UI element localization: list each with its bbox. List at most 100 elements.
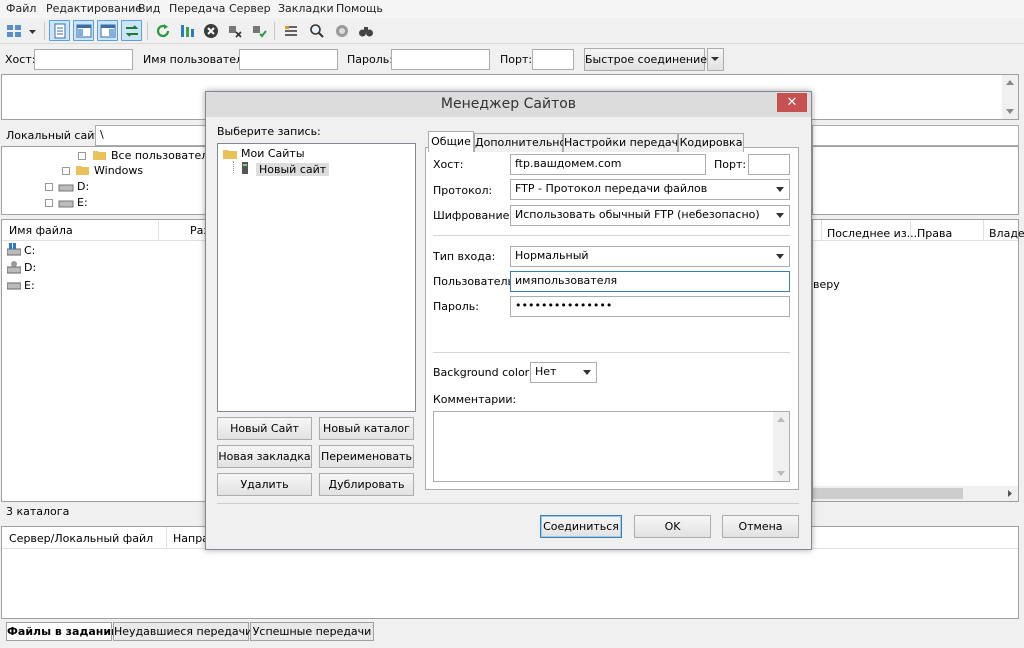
toggle-queue-icon[interactable] bbox=[121, 20, 142, 41]
site-manager-dialog: Менеджер Сайтов ✕ Выберите запись: Мои С… bbox=[205, 91, 812, 550]
tree-root-my-sites[interactable]: Мои Сайты bbox=[241, 147, 305, 160]
folder-icon bbox=[93, 149, 107, 164]
encryption-label: Шифрование: bbox=[433, 209, 514, 222]
port-input[interactable] bbox=[748, 154, 790, 175]
column-server-local-file[interactable]: Сервер/Локальный файл bbox=[9, 532, 153, 545]
local-tree: Все пользователи Windows D: E: bbox=[1, 146, 215, 215]
column-filename[interactable]: Имя файла bbox=[9, 224, 73, 237]
cancel-icon[interactable] bbox=[200, 20, 221, 41]
list-item[interactable]: E: bbox=[24, 279, 35, 292]
expand-icon[interactable] bbox=[45, 199, 53, 207]
quickconnect-bar: Хост: Имя пользователя Пароль: Порт: Быс… bbox=[0, 45, 1024, 73]
list-item[interactable]: D: bbox=[24, 261, 36, 274]
rename-button[interactable]: Переименовать bbox=[319, 445, 414, 468]
chevron-down-icon bbox=[583, 370, 591, 375]
column-direction[interactable]: Напра bbox=[173, 532, 209, 545]
connect-button[interactable]: Соединиться bbox=[540, 515, 622, 538]
ok-button[interactable]: OK bbox=[634, 515, 711, 538]
message-log-scrollbar[interactable] bbox=[1002, 75, 1018, 119]
host-input[interactable]: ftp.вашдомем.com bbox=[510, 154, 706, 175]
new-bookmark-button[interactable]: Новая закладка bbox=[217, 445, 312, 468]
local-path-input[interactable]: \ bbox=[95, 125, 210, 146]
tree-item-windows[interactable]: Windows bbox=[94, 164, 143, 177]
expand-icon[interactable] bbox=[78, 152, 86, 160]
column-permissions[interactable]: Права bbox=[917, 227, 952, 240]
password-input[interactable]: ••••••••••••••• bbox=[510, 296, 790, 317]
process-queue-icon[interactable] bbox=[176, 20, 197, 41]
menu-view[interactable]: Вид bbox=[138, 2, 160, 15]
close-icon[interactable]: ✕ bbox=[777, 93, 807, 112]
user-input[interactable]: имяпользователя bbox=[510, 271, 790, 292]
tab-failed-transfers[interactable]: Неудавшиеся передачи bbox=[113, 622, 252, 641]
quickconnect-host-input[interactable] bbox=[34, 49, 133, 70]
column-owner[interactable]: Владе bbox=[989, 227, 1024, 240]
tab-charset[interactable]: Кодировка bbox=[678, 133, 744, 152]
quickconnect-port-input[interactable] bbox=[532, 49, 574, 70]
quickconnect-button[interactable]: Быстрое соединение bbox=[584, 48, 707, 71]
toggle-message-log-icon[interactable] bbox=[49, 20, 70, 41]
menu-help[interactable]: Помощь bbox=[336, 2, 383, 15]
menu-transfer[interactable]: Передача bbox=[169, 2, 225, 15]
remote-path-input[interactable] bbox=[812, 125, 1019, 146]
tree-item-e[interactable]: E: bbox=[77, 196, 88, 209]
quickconnect-pass-label: Пароль: bbox=[347, 53, 393, 66]
tab-general[interactable]: Общие bbox=[428, 131, 474, 152]
quickconnect-pass-input[interactable] bbox=[391, 49, 490, 70]
disconnect-icon[interactable] bbox=[224, 20, 245, 41]
dialog-title: Менеджер Сайтов bbox=[206, 92, 811, 117]
column-last-modified[interactable]: Последнее из... bbox=[827, 227, 917, 240]
quickconnect-host-label: Хост: bbox=[5, 53, 36, 66]
tab-queued-files[interactable]: Файлы в задании bbox=[6, 622, 119, 641]
drive-icon bbox=[58, 181, 74, 196]
menu-server[interactable]: Сервер bbox=[229, 2, 271, 15]
site-manager-icon[interactable] bbox=[3, 20, 24, 41]
local-site-label: Локальный сайт: bbox=[6, 129, 105, 142]
menu-edit[interactable]: Редактирование bbox=[46, 2, 142, 15]
tab-transfer-settings[interactable]: Настройки передачи bbox=[563, 133, 685, 152]
drive-d-icon bbox=[6, 261, 22, 277]
background-color-select[interactable]: Нет bbox=[530, 362, 597, 383]
toggle-remote-tree-icon[interactable] bbox=[97, 20, 118, 41]
folder-icon bbox=[76, 164, 90, 179]
comments-label: Комментарии: bbox=[433, 393, 517, 406]
filter-icon[interactable] bbox=[280, 20, 301, 41]
reconnect-icon[interactable] bbox=[248, 20, 269, 41]
tree-item-new-site[interactable]: Новый сайт bbox=[256, 163, 330, 176]
tree-item-d[interactable]: D: bbox=[77, 180, 89, 193]
dropdown-arrow-icon[interactable] bbox=[25, 20, 39, 41]
host-label: Хост: bbox=[433, 158, 464, 171]
tab-advanced[interactable]: Дополнительно bbox=[474, 133, 566, 152]
comments-scrollbar[interactable] bbox=[773, 412, 789, 481]
protocol-label: Протокол: bbox=[433, 184, 493, 197]
menu-file[interactable]: Файл bbox=[6, 2, 36, 15]
cancel-button[interactable]: Отмена bbox=[722, 515, 799, 538]
search-icon[interactable] bbox=[355, 20, 376, 41]
select-entry-label: Выберите запись: bbox=[217, 125, 321, 138]
expand-icon[interactable] bbox=[62, 167, 70, 175]
password-label: Пароль: bbox=[433, 300, 479, 313]
tree-item-all-users[interactable]: Все пользователи bbox=[111, 149, 215, 162]
tab-successful-transfers[interactable]: Успешные передачи bbox=[250, 622, 374, 641]
expand-icon[interactable] bbox=[45, 183, 53, 191]
comments-textarea[interactable] bbox=[433, 411, 790, 482]
new-folder-button[interactable]: Новый каталог bbox=[319, 417, 414, 440]
remote-message: веру bbox=[813, 278, 840, 291]
list-item[interactable]: C: bbox=[24, 244, 35, 257]
tab-panel: Общие Дополнительно Настройки передачи К… bbox=[425, 131, 799, 490]
protocol-select[interactable]: FTP - Протокол передачи файлов bbox=[510, 179, 790, 200]
chevron-down-icon bbox=[776, 187, 784, 192]
delete-button[interactable]: Удалить bbox=[217, 473, 312, 496]
logon-type-select[interactable]: Нормальный bbox=[510, 246, 790, 267]
menu-bookmarks[interactable]: Закладки bbox=[278, 2, 334, 15]
toggle-local-tree-icon[interactable] bbox=[73, 20, 94, 41]
duplicate-button[interactable]: Дублировать bbox=[319, 473, 414, 496]
quickconnect-user-input[interactable] bbox=[239, 49, 338, 70]
sync-browse-icon[interactable] bbox=[331, 20, 352, 41]
new-site-button[interactable]: Новый Сайт bbox=[217, 417, 312, 440]
encryption-select[interactable]: Использовать обычный FTP (небезопасно) bbox=[510, 205, 790, 226]
remote-h-scrollbar[interactable] bbox=[813, 486, 1018, 501]
refresh-icon[interactable] bbox=[152, 20, 173, 41]
quickconnect-dropdown-button[interactable] bbox=[707, 48, 724, 71]
quickconnect-port-label: Порт: bbox=[500, 53, 533, 66]
toggle-compare-icon[interactable] bbox=[306, 20, 327, 41]
